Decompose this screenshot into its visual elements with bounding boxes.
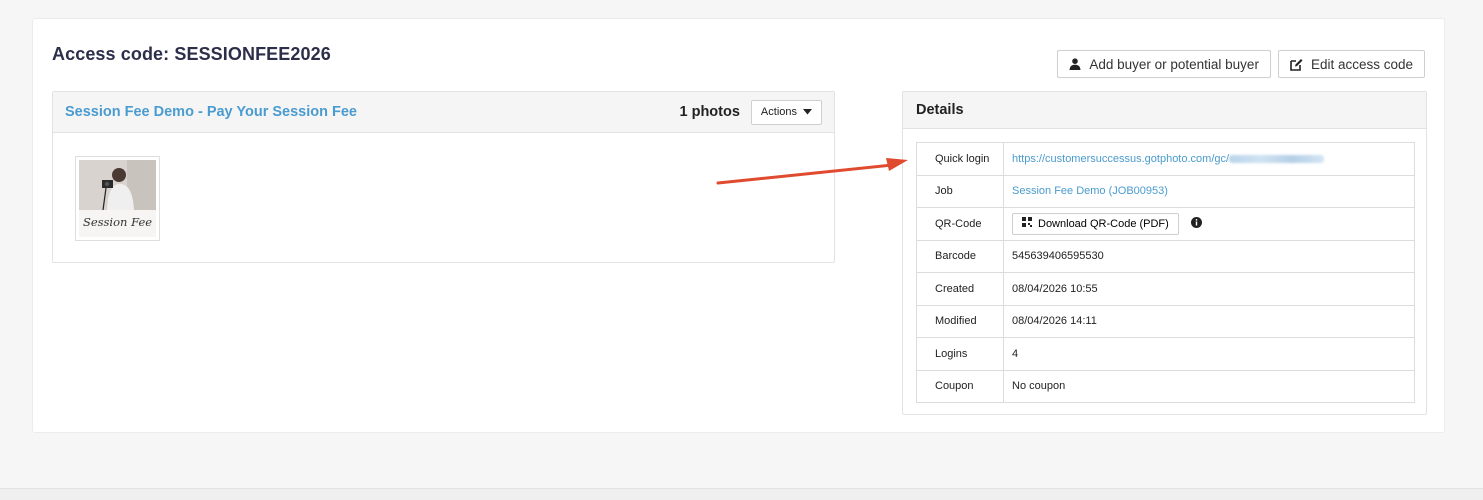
table-row: Barcode 545639406595530 xyxy=(916,239,1415,273)
quick-login-value[interactable]: https://customersuccessus.gotphoto.com/g… xyxy=(1003,142,1415,176)
download-qr-code-label: Download QR-Code (PDF) xyxy=(1038,217,1169,230)
actions-label: Actions xyxy=(760,106,797,118)
add-buyer-label: Add buyer or potential buyer xyxy=(1089,56,1259,72)
modified-value: 08/04/2026 14:11 xyxy=(1003,304,1415,338)
quick-login-link[interactable]: https://customersuccessus.gotphoto.com/g… xyxy=(1012,153,1229,165)
edit-icon xyxy=(1290,58,1303,71)
download-qr-code-button[interactable]: Download QR-Code (PDF) xyxy=(1012,212,1179,235)
edit-access-code-label: Edit access code xyxy=(1310,56,1413,72)
gallery-title-link[interactable]: Session Fee Demo - Pay Your Session Fee xyxy=(65,104,357,120)
coupon-value: No coupon xyxy=(1003,369,1415,403)
info-icon[interactable] xyxy=(1190,217,1202,231)
modified-key: Modified xyxy=(916,304,1004,338)
barcode-key: Barcode xyxy=(916,239,1004,273)
barcode-value: 545639406595530 xyxy=(1003,239,1415,273)
details-panel: Details Quick login https://customersucc… xyxy=(902,91,1427,415)
job-key: Job xyxy=(916,174,1004,208)
session-fee-image: Session Fee xyxy=(79,160,156,237)
table-row: Job Session Fee Demo (JOB00953) xyxy=(916,174,1415,208)
qr-code-value: Download QR-Code (PDF) xyxy=(1003,207,1415,241)
table-row: Created 08/04/2026 10:55 xyxy=(916,272,1415,306)
coupon-key: Coupon xyxy=(916,369,1004,403)
caret-down-icon xyxy=(803,106,812,118)
qr-code-icon xyxy=(1022,217,1032,230)
user-icon xyxy=(1069,58,1081,70)
gallery-panel-header: Session Fee Demo - Pay Your Session Fee … xyxy=(53,92,834,133)
created-key: Created xyxy=(916,272,1004,306)
table-row: QR-Code Download QR-Code (PDF) xyxy=(916,207,1415,241)
gallery-panel: Session Fee Demo - Pay Your Session Fee … xyxy=(52,91,835,263)
edit-access-code-button[interactable]: Edit access code xyxy=(1277,50,1425,78)
job-link[interactable]: Session Fee Demo (JOB00953) xyxy=(1012,185,1168,197)
thumbnail-caption: Session Fee xyxy=(82,215,153,229)
photo-count: 1 photos xyxy=(679,104,740,120)
access-code-card: Access code: SESSIONFEE2026 Add buyer or… xyxy=(32,18,1445,433)
details-heading: Details xyxy=(903,92,1426,129)
table-row: Quick login https://customersuccessus.go… xyxy=(916,142,1415,176)
table-row: Logins 4 xyxy=(916,337,1415,371)
logins-key: Logins xyxy=(916,337,1004,371)
table-row: Modified 08/04/2026 14:11 xyxy=(916,304,1415,338)
table-row: Coupon No coupon xyxy=(916,369,1415,403)
add-buyer-button[interactable]: Add buyer or potential buyer xyxy=(1057,50,1271,78)
details-table: Quick login https://customersuccessus.go… xyxy=(916,142,1415,403)
quick-login-key: Quick login xyxy=(916,142,1004,176)
bottom-bar xyxy=(0,488,1483,500)
qr-code-key: QR-Code xyxy=(916,207,1004,241)
photo-thumbnail[interactable]: Session Fee xyxy=(75,156,160,241)
redacted-token xyxy=(1229,154,1325,163)
gallery-panel-controls: 1 photos Actions xyxy=(679,99,822,125)
page-title: Access code: SESSIONFEE2026 xyxy=(52,44,331,64)
actions-dropdown-button[interactable]: Actions xyxy=(750,99,822,125)
logins-value: 4 xyxy=(1003,337,1415,371)
top-actions: Add buyer or potential buyer Edit access… xyxy=(1057,50,1425,78)
created-value: 08/04/2026 10:55 xyxy=(1003,272,1415,306)
